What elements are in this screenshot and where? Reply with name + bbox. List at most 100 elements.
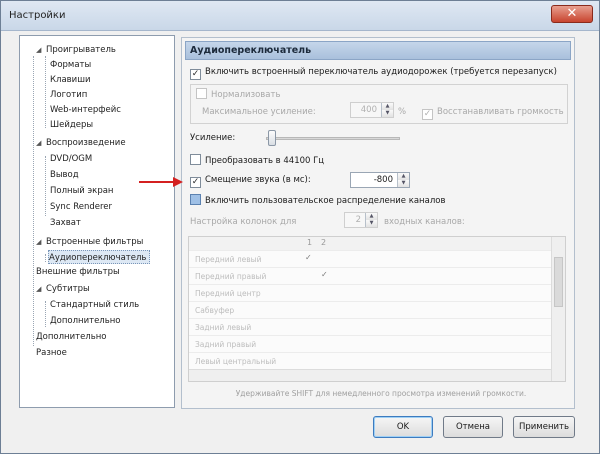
tree-item-web-interface[interactable]: Web-интерфейс xyxy=(50,103,121,117)
tree-item-formats[interactable]: Форматы xyxy=(50,58,91,72)
tree-item-playback[interactable]: ◢ Воспроизведение xyxy=(36,136,126,150)
tree-item-label: Sync Renderer xyxy=(50,202,112,212)
tree-item-label: Клавиши xyxy=(50,75,91,85)
checkbox-box[interactable]: ✓ xyxy=(422,109,433,120)
checkbox-label: Преобразовать в 44100 Гц xyxy=(205,156,325,166)
tree-item-keys[interactable]: Клавиши xyxy=(50,73,91,87)
grid-vertical-scrollbar[interactable] xyxy=(551,237,565,381)
title-bar[interactable]: Настройки ✕ xyxy=(1,1,599,31)
table-row[interactable]: Передний правый ✓ xyxy=(189,268,551,285)
tree-item-sync-renderer[interactable]: Sync Renderer xyxy=(50,200,112,214)
grid-check-icon[interactable]: ✓ xyxy=(305,253,312,262)
resample-checkbox[interactable]: Преобразовать в 44100 Гц xyxy=(190,154,324,167)
table-row[interactable]: Задний правый xyxy=(189,336,551,353)
spin-up-icon[interactable]: ▲ xyxy=(397,173,409,180)
scrollbar-thumb[interactable] xyxy=(554,257,563,307)
spin-down-icon[interactable]: ▼ xyxy=(397,180,409,187)
checkbox-box[interactable]: ✓ xyxy=(190,177,201,188)
enable-switcher-checkbox[interactable]: ✓ Включить встроенный переключатель аудио… xyxy=(190,66,557,80)
expand-icon[interactable]: ◢ xyxy=(36,235,46,249)
max-gain-unit: % xyxy=(398,107,407,117)
expand-icon[interactable]: ◢ xyxy=(36,43,46,57)
tree-guide-line xyxy=(33,56,34,346)
table-row[interactable]: Левый центральный xyxy=(189,353,551,370)
tree-item-capture[interactable]: Захват xyxy=(50,216,81,230)
expand-icon[interactable]: ◢ xyxy=(36,136,46,150)
checkbox-box[interactable] xyxy=(190,194,201,205)
spin-up-icon[interactable]: ▲ xyxy=(381,103,393,110)
tree-item-label: Форматы xyxy=(50,60,92,70)
tree-item-label: Стандартный стиль xyxy=(50,300,140,310)
tree-item-internal-filters[interactable]: ◢ Встроенные фильтры xyxy=(36,235,143,249)
hint-text: Удерживайте SHIFT для немедленного просм… xyxy=(235,389,527,398)
checkbox-label: Включить встроенный переключатель аудиод… xyxy=(205,67,557,77)
tree-item-label: Логотип xyxy=(50,90,88,100)
tree-item-player[interactable]: ◢ Проигрыватель xyxy=(36,43,116,57)
grid-check-icon[interactable]: ✓ xyxy=(321,270,328,279)
tree-guide-line xyxy=(45,301,46,327)
settings-panel: Аудиопереключатель ✓ Включить встроенный … xyxy=(181,37,575,409)
grid-row-label: Передний левый xyxy=(195,255,262,264)
tree-item-label: Аудиопереключатель xyxy=(49,253,147,263)
tree-guide-line xyxy=(45,156,46,216)
time-shift-spinner[interactable]: -800 ▲ ▼ xyxy=(350,172,410,188)
tree-item-fullscreen[interactable]: Полный экран xyxy=(50,184,113,198)
tree-item-label: Дополнительно xyxy=(36,332,107,342)
tree-guide-line xyxy=(45,56,46,128)
grid-row-label: Сабвуфер xyxy=(195,306,235,315)
spin-down-icon[interactable]: ▼ xyxy=(365,220,377,227)
grid-row-label: Передний центр xyxy=(195,289,261,298)
checkbox-label: Включить пользовательское распределение … xyxy=(205,196,446,206)
expand-icon[interactable]: ◢ xyxy=(36,282,46,296)
table-row[interactable]: Передний левый ✓ xyxy=(189,251,551,268)
normalize-checkbox[interactable]: Нормализовать xyxy=(196,88,280,101)
tree-item-shaders[interactable]: Шейдеры xyxy=(50,118,93,132)
checkbox-box[interactable] xyxy=(196,88,207,99)
tree-item-label: Субтитры xyxy=(46,284,90,294)
tree-item-dvd-ogm[interactable]: DVD/OGM xyxy=(50,152,92,166)
channels-spinner[interactable]: 2 ▲ ▼ xyxy=(344,212,378,228)
grid-horizontal-scrollbar[interactable] xyxy=(189,369,551,381)
tree-item-default-style[interactable]: Стандартный стиль xyxy=(50,298,139,312)
tree-item-subtitles-misc[interactable]: Дополнительно xyxy=(50,314,121,328)
tree-item-label: Захват xyxy=(50,218,81,228)
boost-slider-thumb[interactable] xyxy=(268,130,276,146)
tree-item-external-filters[interactable]: Внешние фильтры xyxy=(36,265,120,279)
channel-mapping-grid[interactable]: 1 2 Передний левый ✓ Передний правый ✓ Пер… xyxy=(188,236,566,382)
checkbox-box[interactable] xyxy=(190,154,201,165)
channels-config-label: Настройка колонок для xyxy=(190,217,297,227)
apply-button[interactable]: Применить xyxy=(513,416,575,438)
custom-mapping-checkbox[interactable]: Включить пользовательское распределение … xyxy=(190,194,445,207)
grid-row-label: Задний левый xyxy=(195,323,252,332)
tree-item-advanced[interactable]: Дополнительно xyxy=(36,330,107,344)
table-row[interactable]: Сабвуфер xyxy=(189,302,551,319)
tree-item-audio-switcher[interactable]: Аудиопереключатель xyxy=(48,250,151,264)
cancel-button[interactable]: Отмена xyxy=(443,416,503,438)
tree-item-output[interactable]: Вывод xyxy=(50,168,79,182)
ok-button[interactable]: OK xyxy=(373,416,433,438)
spin-up-icon[interactable]: ▲ xyxy=(365,213,377,220)
boost-slider-track[interactable] xyxy=(266,137,400,140)
grid-row-label: Левый центральный xyxy=(195,357,277,366)
checkbox-box[interactable]: ✓ xyxy=(190,69,201,80)
tree-item-misc[interactable]: Разное xyxy=(36,346,67,360)
max-gain-spinner[interactable]: 400 ▲ ▼ xyxy=(350,102,394,118)
tree-item-label: Дополнительно xyxy=(50,316,121,326)
settings-tree: ◢ Проигрыватель Форматы Клавиши Логотип W… xyxy=(19,35,175,408)
grid-header-row: 1 2 xyxy=(189,237,551,251)
tree-guide-line xyxy=(45,254,46,262)
spin-down-icon[interactable]: ▼ xyxy=(381,110,393,117)
max-gain-label: Максимальное усиление: xyxy=(202,107,316,117)
time-shift-checkbox[interactable]: ✓ Смещение звука (в мс): xyxy=(190,174,311,188)
spinner-value: -800 xyxy=(373,175,393,185)
tree-item-subtitles[interactable]: ◢ Субтитры xyxy=(36,282,90,296)
table-row[interactable]: Передний центр xyxy=(189,285,551,302)
close-button[interactable]: ✕ xyxy=(551,5,593,23)
table-row[interactable]: Задний левый xyxy=(189,319,551,336)
tree-item-label: Разное xyxy=(36,348,67,358)
tree-item-label: Вывод xyxy=(50,170,79,180)
restore-volume-checkbox[interactable]: ✓ Восстанавливать громкость xyxy=(422,106,564,120)
tree-item-label: Проигрыватель xyxy=(46,45,116,55)
tree-item-logo[interactable]: Логотип xyxy=(50,88,87,102)
channels-config-label-end: входных каналов: xyxy=(384,217,465,227)
